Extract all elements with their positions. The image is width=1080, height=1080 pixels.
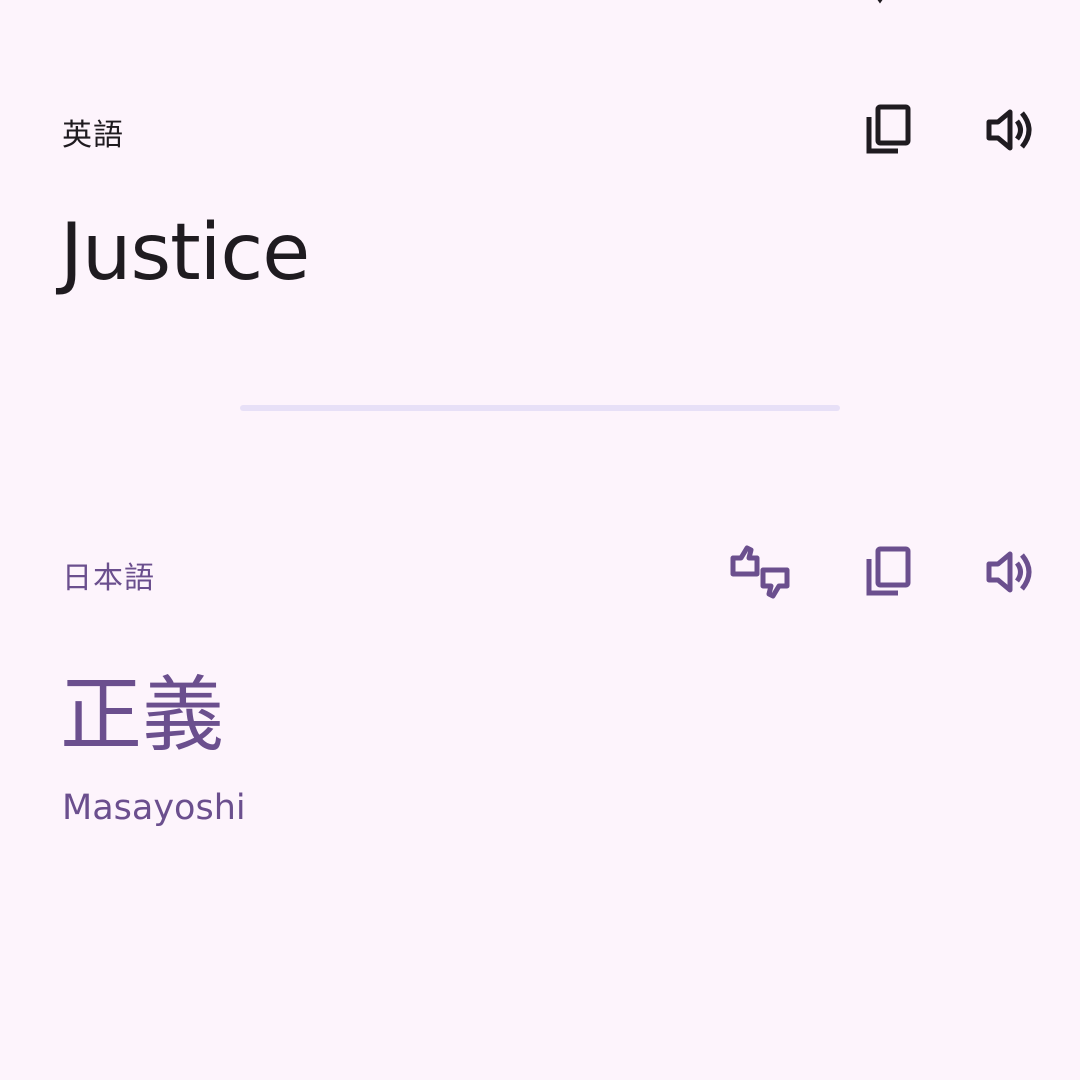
target-copy-button[interactable] [852, 536, 924, 608]
rate-translation-button[interactable] [724, 536, 796, 608]
copy-icon [866, 104, 911, 154]
source-speak-button[interactable] [974, 94, 1046, 166]
source-language-label: 英語 [62, 119, 124, 152]
source-copy-button[interactable] [852, 94, 924, 166]
volume-icon [986, 109, 1032, 151]
top-toolbar-peek [750, 0, 920, 6]
volume-icon [986, 551, 1032, 593]
source-text[interactable]: Justice [60, 208, 310, 298]
target-speak-button[interactable] [974, 536, 1046, 608]
romanization-text: Masayoshi [62, 788, 246, 828]
copy-icon [866, 546, 911, 596]
cut-off-icons [877, 0, 883, 4]
translated-text: 正義 [60, 668, 225, 763]
target-language-label: 日本語 [62, 562, 155, 595]
rate-translation-icon [730, 545, 790, 599]
section-divider[interactable] [240, 405, 840, 411]
